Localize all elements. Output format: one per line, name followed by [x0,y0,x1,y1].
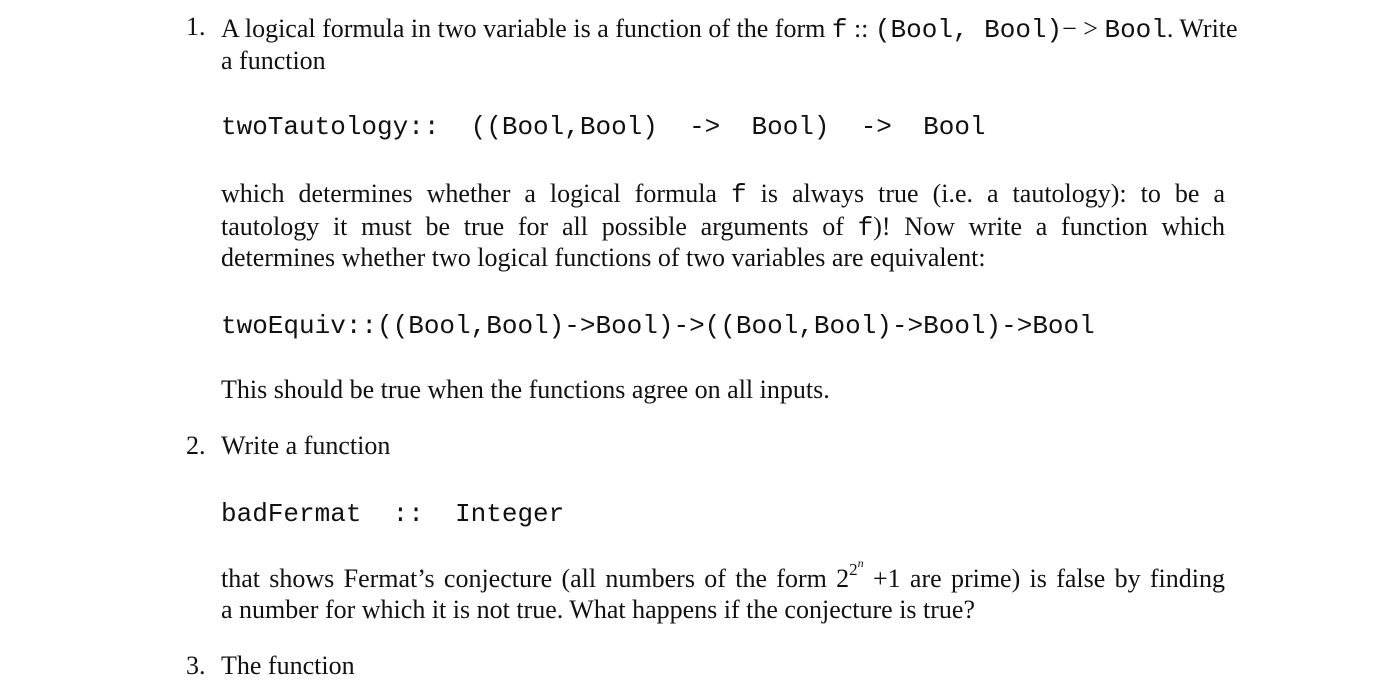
item-2-para-line-2: a number for which it is not true. What … [221,595,975,624]
para-1-line-2-text: tautology it must be true for all possib… [221,212,858,241]
item-2-number: 2. [186,431,206,460]
inline-code-signature: (Bool, Bool) [874,15,1063,45]
item-1-line-1: A logical formula in two variable is a f… [221,12,1238,47]
exponent-base: 2 [849,560,858,579]
exponent-n: n [857,556,864,570]
inline-code-result: Bool [1104,15,1167,45]
arrow-symbol: − > [1062,14,1098,43]
item-1-para-2: This should be true when the functions a… [221,375,830,404]
code-two-tautology: twoTautology:: ((Bool,Bool) -> Bool) -> … [221,112,986,142]
para-1-line-1-end: is always true (i.e. a tautology): to be… [746,179,1225,208]
item-2-para-line-1-text: that shows Fermat’s conjecture (all numb… [221,564,850,593]
item-1-para-1-line-1: which determines whether a logical formu… [221,177,1225,212]
para-1-line-2-end: )! Now write a function which [873,212,1225,241]
item-3-number: 3. [186,651,206,680]
item-1-para-1-line-3: determines whether two logical functions… [221,243,986,272]
item-1-line-2: a function [221,46,326,75]
inline-code-f: f [857,213,874,243]
inline-code-f: f [730,180,747,210]
exponent: 2n [849,556,864,579]
code-bad-fermat: badFermat :: Integer [221,499,565,529]
code-two-equiv: twoEquiv::((Bool,Bool)->Bool)->((Bool,Bo… [221,311,1095,341]
para-1-line-1-text: which determines whether a logical formu… [221,179,731,208]
inline-code-f: f [831,15,848,45]
item-3-intro: The function [221,651,355,680]
item-1-line-1-text: A logical formula in two variable is a f… [221,14,832,43]
item-1-para-1-line-2: tautology it must be true for all possib… [221,210,1225,245]
item-2-para-line-1-end: +1 are prime) is false by finding [863,564,1225,593]
item-1-number: 1. [186,12,206,41]
type-colons: :: [847,14,875,43]
item-2-intro: Write a function [221,431,391,460]
item-1-line-1-end: . Write [1166,14,1238,43]
